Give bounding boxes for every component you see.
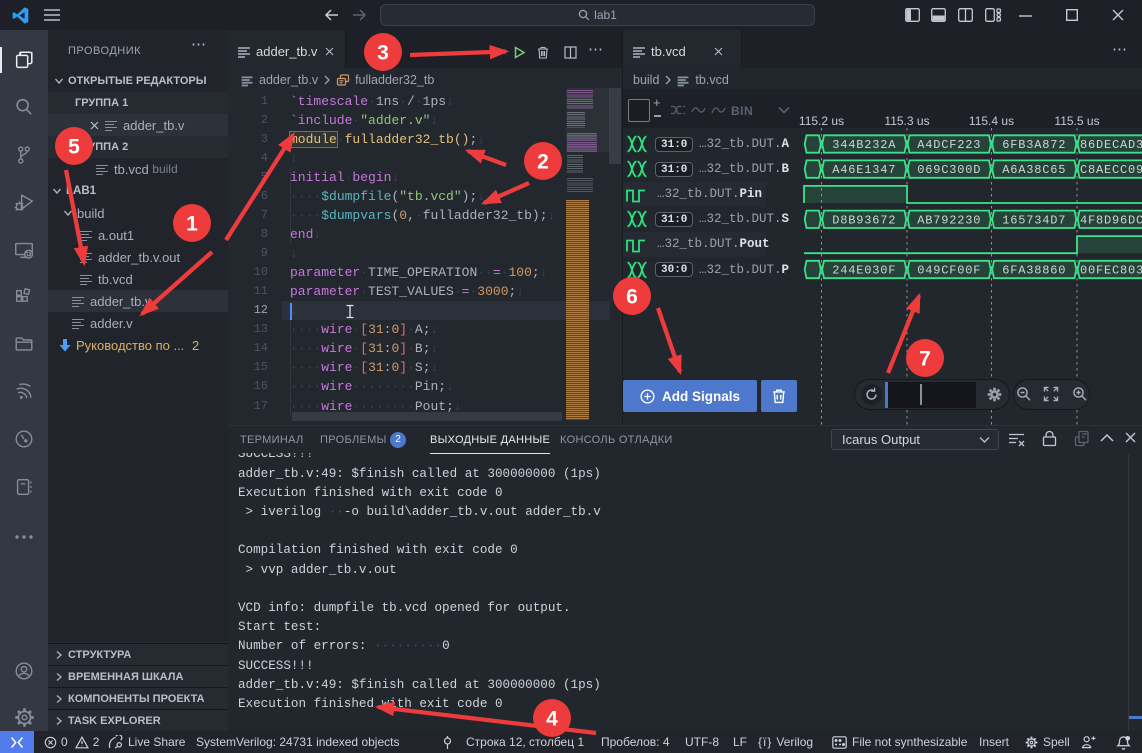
svg-text:6FA38860: 6FA38860 xyxy=(1002,264,1066,278)
svg-text:00FEC803: 00FEC803 xyxy=(1080,264,1142,278)
svg-text:6FB3A872: 6FB3A872 xyxy=(1002,138,1066,152)
svg-text:165734D7: 165734D7 xyxy=(1002,213,1066,227)
svg-text:A6A38C65: A6A38C65 xyxy=(1002,163,1066,177)
svg-text:86DECAD3: 86DECAD3 xyxy=(1080,138,1142,152)
svg-text:C8AECC09: C8AECC09 xyxy=(1080,163,1142,177)
svg-text:069C300D: 069C300D xyxy=(917,163,981,177)
svg-text:AB792230: AB792230 xyxy=(917,213,981,227)
svg-text:A46E1347: A46E1347 xyxy=(832,163,896,177)
svg-text:049CF00F: 049CF00F xyxy=(917,264,981,278)
svg-text:A4DCF223: A4DCF223 xyxy=(917,138,981,152)
svg-text:D8B93672: D8B93672 xyxy=(832,213,896,227)
svg-text:344B232A: 344B232A xyxy=(832,138,896,152)
svg-text:244E030F: 244E030F xyxy=(832,264,896,278)
svg-text:4F8D96DC: 4F8D96DC xyxy=(1080,213,1142,227)
